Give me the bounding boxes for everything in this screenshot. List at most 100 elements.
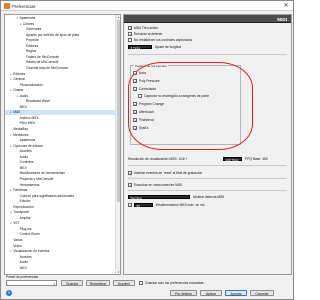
capture-aftertouch-checkbox[interactable] [133, 110, 137, 114]
tree-item-label: Audio [19, 260, 29, 265]
tree-item-label: Personalización [19, 82, 43, 87]
save-only-checked-label: Guardar solo las preferencias marcadas [145, 280, 204, 285]
latency-label: Mostrar latencia MIDI [193, 195, 225, 200]
tree-item[interactable]: MIDI [5, 266, 115, 270]
apply-button[interactable]: Aplicar [200, 289, 222, 296]
tree-item[interactable]: Varios [5, 238, 115, 242]
tree-item[interactable]: Personalización [5, 83, 115, 87]
capture-program-change-label: Program Change [139, 101, 165, 106]
scroll-up-icon[interactable]: ▴ [116, 15, 120, 19]
help-icon[interactable]: ? [6, 290, 12, 296]
cancel-button[interactable]: Cancelar [250, 289, 274, 296]
midi-feedback-label: Realimentación MIDI máx. en ms [156, 202, 205, 207]
capture-program-change-checkbox[interactable] [133, 102, 137, 106]
tree-item[interactable]: Acordes [5, 149, 115, 153]
tree-item[interactable]: ▾ Audio [5, 94, 115, 98]
tree-item[interactable]: Controles [5, 160, 115, 164]
close-icon[interactable]: ✕ [282, 2, 290, 10]
tree-item[interactable]: ▾ Apariencia [5, 16, 115, 20]
reset-on-stop-checkbox[interactable] [128, 32, 132, 36]
tree-item[interactable]: ▾ Opciones de edición [5, 144, 115, 148]
save-preset-button[interactable]: Guardar [61, 279, 83, 286]
tree-item-label: Grabar [13, 88, 24, 93]
scroll-thumb[interactable] [117, 20, 120, 202]
tree-item-label: Medidores [13, 132, 29, 137]
capture-unrestricted-label: Capturar no restringido a márgenes de pa… [144, 93, 210, 98]
tree-item[interactable]: ▾ Visualización de eventos [5, 249, 115, 253]
tree-item[interactable]: ▸ Editores [5, 72, 115, 76]
tree-item[interactable]: ▾ General [5, 77, 115, 81]
capture-note-label: Nota [139, 70, 146, 75]
tree-item[interactable]: Reglas [5, 49, 115, 53]
tree-item[interactable]: Broadcast Wave [5, 99, 115, 103]
tree-item[interactable]: Ajustes por defecto de tipos de pista [5, 33, 115, 37]
tree-item[interactable]: ▾ Medidores [5, 133, 115, 137]
no-reset-captured-checkbox[interactable] [128, 38, 132, 42]
capture-sysex-label: SysEx [139, 125, 149, 130]
tree-item[interactable]: Audio [5, 155, 115, 159]
tree-item[interactable]: ▾ Partituras [5, 188, 115, 192]
tree-item[interactable]: Vídeo [5, 244, 115, 248]
tree-item[interactable]: ▾ Transporte [5, 210, 115, 214]
tree-item[interactable]: ▾ MIDI [5, 110, 115, 115]
tree-item[interactable]: ▾ Grabar [5, 88, 115, 92]
tree-item[interactable]: Filtro MIDI [5, 121, 115, 125]
rename-preset-button[interactable]: Renombrar [86, 279, 110, 286]
tree-item-label: VST [13, 221, 20, 226]
tree-item[interactable]: Plug-ins [5, 227, 115, 231]
capture-controller-checkbox[interactable] [133, 87, 137, 91]
tree-item[interactable]: Acordes [5, 255, 115, 259]
tree-item[interactable]: Archivo MIDI [5, 116, 115, 120]
tree-item[interactable]: Proyecto y MixConsole [5, 177, 115, 181]
tree-item[interactable]: MediaBay [5, 127, 115, 131]
tree-scrollbar[interactable]: ▴ ▾ [115, 15, 120, 274]
capture-pitchbend-checkbox[interactable] [133, 118, 137, 122]
tree-item[interactable]: Rastro de MixConsole [5, 60, 115, 64]
chevron-down-icon: ▾ [53, 282, 55, 286]
tree-item[interactable]: Control Room [5, 232, 115, 236]
preset-dropdown[interactable]: ▾ [6, 280, 57, 286]
tree-item[interactable]: ▾ VST [5, 221, 115, 225]
tree-item[interactable]: Editores [5, 44, 115, 48]
listen-inserts-checkbox[interactable] [128, 183, 132, 187]
panel-title: MIDI [277, 16, 287, 22]
tree-item-label: Reproducción [13, 204, 34, 209]
tree-item[interactable]: ▾ Colores [5, 22, 115, 26]
display-resolution-field[interactable]: 120 Ticks [223, 157, 242, 162]
tree-item[interactable]: Faders de MixConsole [5, 55, 115, 59]
latency-dropdown[interactable]: Siempre [128, 195, 190, 200]
capture-sysex-checkbox[interactable] [133, 126, 137, 130]
tree-item[interactable]: MIDI [5, 105, 115, 109]
tree-item-label: Editores [13, 71, 26, 76]
accept-button[interactable]: Aceptar [225, 289, 247, 296]
tree-item[interactable]: Edición [5, 199, 115, 203]
tree-item[interactable]: Channel strip de MixConsole [5, 66, 115, 70]
length-adjust-field[interactable]: 2 Ticks [128, 45, 152, 50]
capture-unrestricted-checkbox[interactable] [138, 94, 142, 98]
no-reset-captured-label: No restablecer los controles capturados [134, 37, 193, 42]
insert-reset-checkbox[interactable] [128, 171, 132, 175]
midi-feedback-checkbox[interactable] [128, 203, 132, 207]
tree-item-label: Faders de MixConsole [26, 54, 59, 59]
tree-item-label: Opciones de edición [13, 143, 44, 148]
tree-item-label: Control Room [19, 232, 40, 237]
tree-item[interactable]: Generales [5, 27, 115, 31]
tree-item[interactable]: Apariencia [5, 138, 115, 142]
midi-feedback-field[interactable]: 80 [134, 202, 153, 208]
tree-item[interactable]: Herramientas [5, 183, 115, 187]
tree-item[interactable]: Ampliar [5, 216, 115, 220]
tree-item[interactable]: Proyecto [5, 38, 115, 42]
tree-item[interactable]: Colores para significados adicionales [5, 194, 115, 198]
tree-item[interactable]: MIDI [5, 166, 115, 170]
midi-thru-checkbox[interactable] [128, 26, 132, 30]
tree-item[interactable]: Modificadores de herramientas [5, 171, 115, 175]
capture-pitchbend-label: Pitchbend [139, 117, 154, 122]
tree-item[interactable]: Reproducción [5, 205, 115, 209]
tree-item[interactable]: Audio [5, 260, 115, 264]
capture-note-checkbox[interactable] [133, 71, 137, 75]
tree-item-label: Acordes [19, 149, 32, 154]
default-button[interactable]: Por defecto [170, 289, 197, 296]
delete-preset-button[interactable]: Suprimir [113, 279, 135, 286]
capture-poly-pressure-checkbox[interactable] [133, 79, 137, 83]
save-only-checked-checkbox[interactable] [139, 281, 143, 285]
